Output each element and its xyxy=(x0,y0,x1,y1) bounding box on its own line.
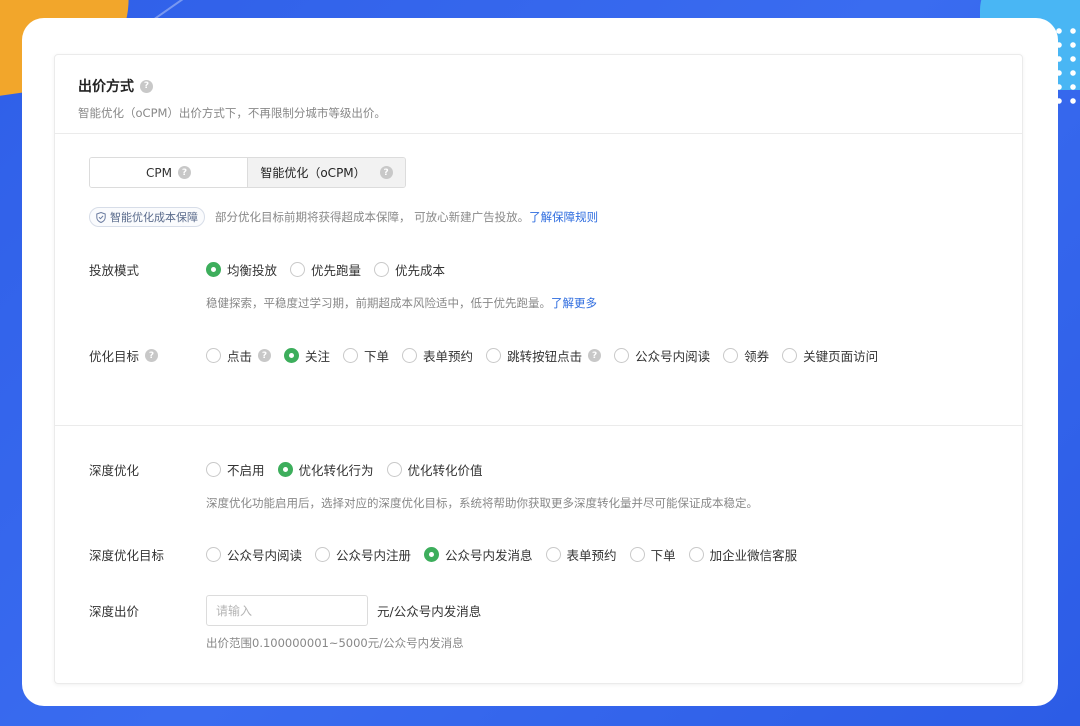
panel-header: 出价方式 ? 智能优化（oCPM）出价方式下，不再限制分城市等级出价。 xyxy=(55,55,1022,134)
radio-option[interactable]: 不启用 xyxy=(206,460,265,479)
bid-settings-panel: 出价方式 ? 智能优化（oCPM）出价方式下，不再限制分城市等级出价。 CPM … xyxy=(54,54,1023,684)
radio-button[interactable] xyxy=(290,262,306,277)
segment-ocpm-label: 智能优化（oCPM） xyxy=(260,166,366,180)
segment-cpm[interactable]: CPM ? xyxy=(90,158,247,187)
radio-button[interactable] xyxy=(206,462,221,477)
radio-option[interactable]: 优先成本 xyxy=(374,260,445,279)
radio-option[interactable]: 加企业微信客服 xyxy=(688,545,797,564)
radio-option[interactable]: 跳转按钮点击? xyxy=(486,346,602,365)
radio-option[interactable]: 公众号内阅读 xyxy=(206,545,302,564)
deep-bid-range-hint: 出价范围0.100000001~5000元/公众号内发消息 xyxy=(206,636,464,650)
optimization-goal-row: 优化目标 ? 点击? 关注 下单 表单预约 跳转按钮点击? 公众号内阅读 领券 … xyxy=(89,346,891,365)
radio-option[interactable]: 领券 xyxy=(723,346,769,365)
radio-option[interactable]: 表单预约 xyxy=(545,545,617,564)
radio-option[interactable]: 表单预约 xyxy=(402,346,473,365)
optimization-goal-label: 优化目标 xyxy=(89,349,140,364)
radio-button[interactable] xyxy=(315,547,331,562)
deep-optimization-row: 深度优化 不启用 优化转化行为 优化转化价值 xyxy=(89,460,496,479)
radio-button[interactable] xyxy=(277,462,293,477)
radio-option[interactable]: 公众号内阅读 xyxy=(614,346,710,365)
radio-button[interactable] xyxy=(206,348,221,363)
radio-button[interactable] xyxy=(206,262,221,277)
radio-option[interactable]: 关注 xyxy=(284,346,330,365)
radio-option[interactable]: 关键页面访问 xyxy=(782,346,878,365)
deep-bid-label: 深度出价 xyxy=(89,604,140,619)
delivery-mode-hint: 稳健探索，平稳度过学习期，前期超成本风险适中，低于优先跑量。了解更多 xyxy=(206,296,597,310)
deep-optimization-options: 不启用 优化转化行为 优化转化价值 xyxy=(206,460,496,479)
optimization-goal-options: 点击? 关注 下单 表单预约 跳转按钮点击? 公众号内阅读 领券 关键页面访问 xyxy=(206,346,891,365)
shield-icon xyxy=(96,211,106,223)
guarantee-badge-label: 智能优化成本保障 xyxy=(110,211,198,224)
question-icon[interactable]: ? xyxy=(258,349,272,362)
guarantee-text: 部分优化目标前期将获得超成本保障， 可放心新建广告投放。 xyxy=(215,210,530,224)
radio-button[interactable] xyxy=(486,348,502,363)
deep-bid-unit: 元/公众号内发消息 xyxy=(377,604,482,619)
radio-button[interactable] xyxy=(782,348,798,363)
section-divider xyxy=(55,425,1022,426)
deep-goal-row: 深度优化目标 公众号内阅读 公众号内注册 公众号内发消息 表单预约 下单 加企业… xyxy=(89,545,810,564)
segment-ocpm[interactable]: 智能优化（oCPM） ? xyxy=(247,158,405,187)
radio-button[interactable] xyxy=(614,348,630,363)
question-icon[interactable]: ? xyxy=(140,79,153,93)
question-icon[interactable]: ? xyxy=(588,349,602,362)
radio-option[interactable]: 点击? xyxy=(206,346,272,365)
deep-goal-options: 公众号内阅读 公众号内注册 公众号内发消息 表单预约 下单 加企业微信客服 xyxy=(206,545,810,564)
radio-button[interactable] xyxy=(284,348,300,363)
question-icon[interactable]: ? xyxy=(177,166,191,179)
deep-goal-label: 深度优化目标 xyxy=(89,548,165,563)
question-icon[interactable]: ? xyxy=(145,349,159,362)
radio-option[interactable]: 均衡投放 xyxy=(206,260,277,279)
radio-button[interactable] xyxy=(723,348,739,363)
bid-type-segmented-control: CPM ? 智能优化（oCPM） ? xyxy=(89,157,406,188)
delivery-mode-options: 均衡投放 优先跑量 优先成本 xyxy=(206,260,458,279)
page-subtitle: 智能优化（oCPM）出价方式下，不再限制分城市等级出价。 xyxy=(78,106,386,120)
radio-option[interactable]: 优化转化价值 xyxy=(386,460,483,479)
question-icon[interactable]: ? xyxy=(379,166,393,179)
segment-cpm-label: CPM xyxy=(146,165,172,180)
radio-button[interactable] xyxy=(386,462,402,477)
radio-option[interactable]: 优先跑量 xyxy=(290,260,361,279)
radio-button[interactable] xyxy=(545,547,561,562)
radio-option[interactable]: 公众号内注册 xyxy=(315,545,411,564)
radio-button[interactable] xyxy=(374,262,390,277)
learn-more-link[interactable]: 了解更多 xyxy=(551,296,597,310)
radio-option[interactable]: 公众号内发消息 xyxy=(424,545,533,564)
delivery-mode-row: 投放模式 均衡投放 优先跑量 优先成本 xyxy=(89,260,458,279)
page-title: 出价方式 xyxy=(78,79,134,95)
deep-optimization-label: 深度优化 xyxy=(89,463,140,478)
radio-option[interactable]: 下单 xyxy=(629,545,676,564)
radio-option[interactable]: 优化转化行为 xyxy=(277,460,374,479)
delivery-mode-label: 投放模式 xyxy=(89,263,140,278)
deep-optimization-hint: 深度优化功能启用后，选择对应的深度优化目标，系统将帮助你获取更多深度转化量并尽可… xyxy=(206,496,758,510)
guarantee-badge: 智能优化成本保障 xyxy=(89,207,205,227)
radio-button[interactable] xyxy=(343,348,359,363)
radio-option[interactable]: 下单 xyxy=(343,346,389,365)
radio-button[interactable] xyxy=(629,547,645,562)
radio-button[interactable] xyxy=(402,348,418,363)
radio-button[interactable] xyxy=(424,547,440,562)
deep-bid-input[interactable] xyxy=(206,595,368,626)
guarantee-rules-link[interactable]: 了解保障规则 xyxy=(529,209,598,225)
radio-button[interactable] xyxy=(206,547,221,562)
radio-button[interactable] xyxy=(688,547,704,562)
cost-guarantee-notice: 智能优化成本保障 部分优化目标前期将获得超成本保障， 可放心新建广告投放。 了解… xyxy=(89,207,598,227)
deep-bid-row: 深度出价 元/公众号内发消息 xyxy=(89,595,481,626)
